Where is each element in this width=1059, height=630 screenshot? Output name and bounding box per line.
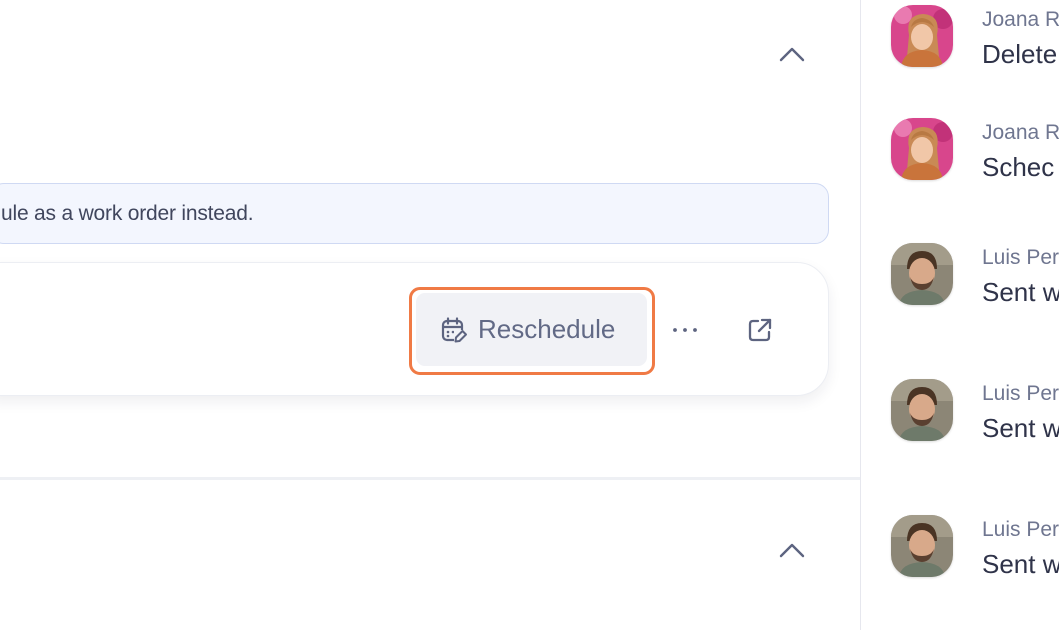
woman-avatar-icon — [891, 118, 953, 180]
woman-avatar-icon — [891, 5, 953, 67]
avatar — [891, 118, 953, 180]
more-options-button[interactable] — [664, 314, 706, 346]
activity-author: Luis Per — [982, 382, 1059, 405]
activity-item[interactable]: Joana R Schec — [861, 118, 1059, 198]
section-divider — [0, 477, 860, 480]
man-avatar-icon — [891, 379, 953, 441]
activity-item[interactable]: Joana R Delete — [861, 5, 1059, 85]
avatar — [891, 5, 953, 67]
man-avatar-icon — [891, 515, 953, 577]
activity-item[interactable]: Luis Per Sent w — [861, 515, 1059, 595]
activity-item[interactable]: Luis Per Sent w — [861, 379, 1059, 459]
collapse-section-button[interactable] — [778, 536, 806, 564]
more-horizontal-icon — [673, 328, 697, 332]
main-panel: ule as a work order instead. Reschedule — [0, 0, 861, 630]
activity-text: Schec — [982, 152, 1055, 182]
activity-author: Luis Per — [982, 518, 1059, 541]
open-external-button[interactable] — [742, 312, 778, 348]
activity-feed: Joana R Delete Joana R Schec Luis Per Se… — [861, 0, 1059, 630]
activity-author: Luis Per — [982, 246, 1059, 269]
external-link-icon — [748, 318, 772, 342]
avatar — [891, 243, 953, 305]
info-banner: ule as a work order instead. — [0, 183, 829, 244]
avatar — [891, 379, 953, 441]
avatar — [891, 515, 953, 577]
calendar-edit-icon — [440, 316, 468, 344]
activity-text: Sent w — [982, 413, 1059, 443]
activity-author: Joana R — [982, 8, 1059, 31]
info-banner-text: ule as a work order instead. — [1, 201, 254, 225]
collapse-section-button[interactable] — [778, 40, 806, 68]
activity-author: Joana R — [982, 121, 1059, 144]
reschedule-button[interactable]: Reschedule — [416, 293, 647, 366]
chevron-up-icon — [779, 543, 805, 558]
reschedule-label: Reschedule — [478, 314, 616, 344]
activity-item[interactable]: Luis Per Sent w — [861, 243, 1059, 323]
activity-text: Delete — [982, 39, 1058, 69]
chevron-up-icon — [779, 47, 805, 62]
man-avatar-icon — [891, 243, 953, 305]
activity-text: Sent w — [982, 277, 1059, 307]
activity-text: Sent w — [982, 549, 1059, 579]
